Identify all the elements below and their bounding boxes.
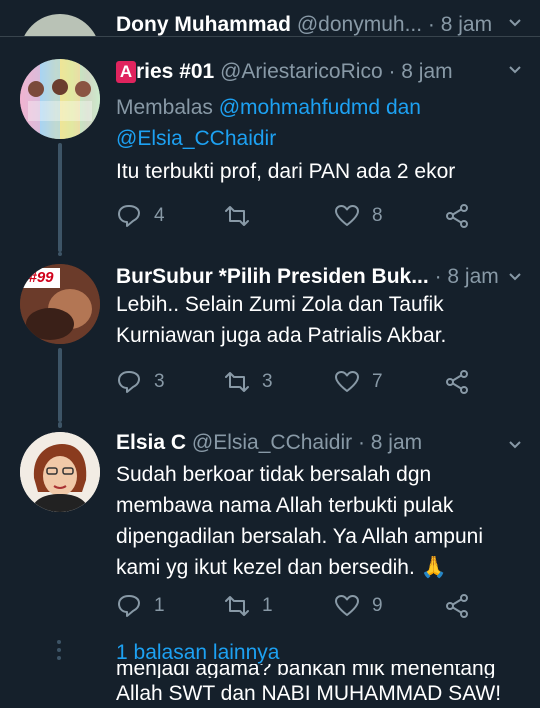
share-icon: [446, 370, 468, 394]
tweet-time[interactable]: · 8 jam: [358, 431, 422, 454]
author-handle[interactable]: @AriestaricoRico: [220, 60, 383, 83]
like-button[interactable]: 9: [334, 592, 383, 620]
reply-icon: [118, 371, 140, 393]
thread-line: [58, 422, 62, 428]
retweet-icon: [225, 596, 249, 616]
tweet[interactable]: Elsia C @Elsia_CChaidir · 8 jam Sudah be…: [0, 422, 540, 637]
like-count: 8: [372, 205, 383, 226]
author-handle[interactable]: @donymuh...: [297, 13, 422, 36]
tweet-text-line: Lebih.. Selain Zumi Zola dan Taufik: [116, 293, 444, 316]
retweet-count: 3: [262, 371, 273, 392]
next-tweet-line: menjadi agama? bahkan mik menentang: [116, 664, 496, 678]
reply-button[interactable]: 3: [116, 368, 165, 396]
tweet-header: Dony Muhammad @donymuh... · 8 jam: [116, 12, 492, 36]
like-count: 7: [372, 371, 383, 392]
reply-count: 1: [154, 595, 165, 616]
heart-icon: [335, 595, 359, 616]
share-button[interactable]: [444, 368, 470, 396]
tweet-time[interactable]: · 8 jam: [428, 13, 492, 36]
next-tweet-line: Allah SWT dan NABI MUHAMMAD SAW!: [116, 682, 502, 705]
avatar[interactable]: [20, 14, 100, 36]
reply-count: 4: [154, 205, 165, 226]
tweet-time[interactable]: · 8 jam: [435, 265, 499, 288]
heart-icon: [335, 205, 359, 226]
reply-button[interactable]: 4: [116, 202, 165, 230]
author-name[interactable]: BurSubur *Pilih Presiden Buk...: [116, 265, 429, 288]
tweet-time[interactable]: · 8 jam: [388, 60, 452, 83]
heart-icon: [335, 371, 359, 392]
tweet-text: Sudah berkoar tidak bersalah dgn membawa…: [116, 459, 520, 583]
thread-line: [58, 252, 62, 256]
name-badge: A: [116, 61, 136, 83]
avatar-photo-icon: [20, 432, 100, 512]
tweet-header: BurSubur *Pilih Presiden Buk... · 8 jam: [116, 264, 499, 290]
chevron-down-icon[interactable]: [508, 63, 522, 77]
mention-link[interactable]: @Elsia_CChaidir: [116, 127, 276, 150]
retweet-count: 1: [262, 595, 273, 616]
author-name[interactable]: ries #01: [136, 60, 214, 83]
retweet-button[interactable]: 1: [224, 592, 273, 620]
thread-line: [58, 348, 62, 422]
retweet-button[interactable]: [224, 202, 262, 230]
tweet-header: Aries #01 @AriestaricoRico · 8 jam: [116, 59, 453, 85]
like-count: 9: [372, 595, 383, 616]
reply-button[interactable]: 1: [116, 592, 165, 620]
retweet-button[interactable]: 3: [224, 368, 273, 396]
thread-dots: [57, 640, 61, 664]
chevron-down-icon[interactable]: [508, 438, 522, 452]
chevron-down-icon[interactable]: [508, 16, 522, 30]
like-button[interactable]: 7: [334, 368, 383, 396]
next-tweet-text: menjadi agama? bahkan mik menentang Alla…: [116, 664, 501, 708]
mention-link[interactable]: @mohmahfudmd dan: [219, 96, 421, 119]
reply-icon: [118, 205, 140, 227]
tweet[interactable]: #99 BurSubur *Pilih Presiden Buk... · 8 …: [0, 252, 540, 422]
retweet-icon: [225, 206, 249, 226]
reply-context: Membalas @mohmahfudmd dan @Elsia_CChaidi…: [116, 92, 520, 154]
tweet-text-line: Kurniawan juga ada Patrialis Akbar.: [116, 324, 447, 347]
reply-prefix: Membalas: [116, 96, 213, 119]
more-replies-link[interactable]: 1 balasan lainnya: [116, 640, 279, 666]
author-name[interactable]: Elsia C: [116, 431, 186, 454]
tweet[interactable]: Aries #01 @AriestaricoRico · 8 jam Memba…: [0, 37, 540, 252]
tweet-text-line: Sudah berkoar tidak bersalah dgn: [116, 463, 432, 486]
tweet-text-line: membawa nama Allah terbukti pulak: [116, 494, 454, 517]
reply-count: 3: [154, 371, 165, 392]
tweet-header: Elsia C @Elsia_CChaidir · 8 jam: [116, 430, 422, 456]
avatar[interactable]: #99: [20, 264, 100, 344]
tweet-text: Lebih.. Selain Zumi Zola dan Taufik Kurn…: [116, 289, 520, 351]
reply-icon: [118, 595, 140, 617]
avatar-collage-icon: [20, 59, 100, 139]
share-icon: [446, 204, 468, 228]
tweet-text-line: kami yg ikut kezel dan bersedih.: [116, 556, 415, 579]
like-button[interactable]: 8: [334, 202, 383, 230]
tweet-text-line: dipengadilan bersalah. Ya Allah ampuni: [116, 525, 483, 548]
share-icon: [446, 594, 468, 618]
retweet-icon: [225, 372, 249, 392]
tweet-text: Itu terbukti prof, dari PAN ada 2 ekor: [116, 160, 456, 183]
avatar[interactable]: [20, 59, 100, 139]
avatar-label: #99: [28, 269, 54, 286]
share-button[interactable]: [444, 592, 470, 620]
share-button[interactable]: [444, 202, 470, 230]
pray-emoji: 🙏: [420, 556, 447, 579]
chevron-down-icon[interactable]: [508, 270, 522, 284]
thread-line: [58, 143, 62, 252]
author-handle[interactable]: @Elsia_CChaidir: [192, 431, 352, 454]
author-name[interactable]: Dony Muhammad: [116, 13, 291, 36]
top-tweet[interactable]: Dony Muhammad @donymuh... · 8 jam: [0, 0, 540, 36]
avatar[interactable]: [20, 432, 100, 512]
